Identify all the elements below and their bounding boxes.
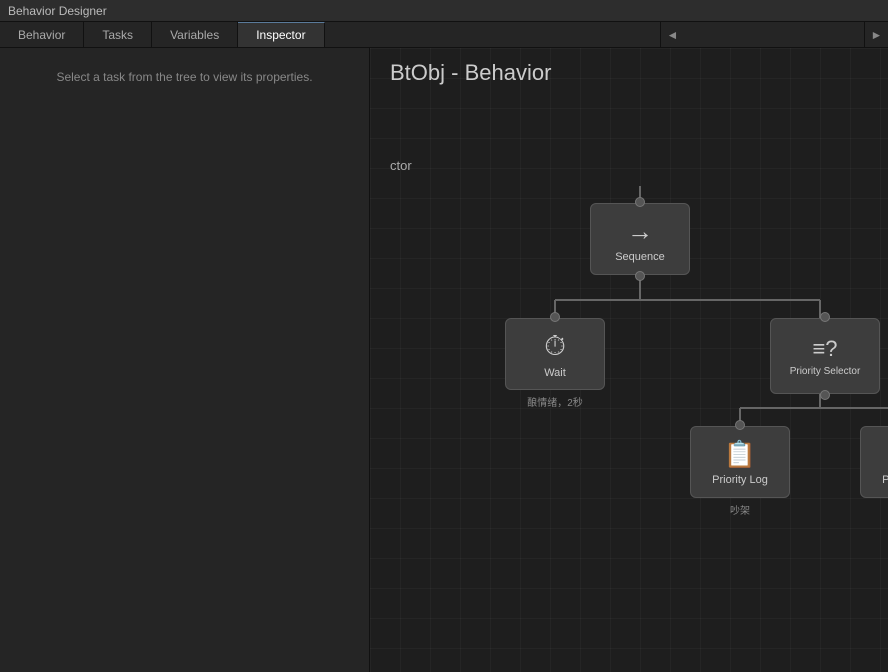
nav-arrows: ◄ ► [660,22,888,47]
priority-log-1-box[interactable]: 📋 Priority Log [690,426,790,498]
priority-log-1-sublabel: 吵架 [730,502,750,517]
tab-inspector[interactable]: Inspector [238,22,324,47]
tab-variables[interactable]: Variables [152,22,238,47]
tab-behavior[interactable]: Behavior [0,22,84,47]
sequence-node-box[interactable]: → Sequence [590,203,690,275]
priority-log-1-node[interactable]: 📋 Priority Log 吵架 [690,426,790,517]
title-bar: Behavior Designer [0,0,888,22]
sequence-icon: → [627,216,653,247]
sequence-label: Sequence [615,251,665,263]
priority-selector-icon: ≡? [812,336,837,362]
wait-sublabel: 酿情绪，2秒 [527,394,583,409]
nav-right-arrow[interactable]: ► [864,22,888,48]
main-content: Select a task from the tree to view its … [0,48,888,672]
wait-connector-top [550,312,560,322]
priority-selector-box[interactable]: ≡? Priority Selector [770,318,880,394]
priority-log-1-label: Priority Log [712,474,768,486]
priority-log-2-label: Priority Log [882,474,888,486]
priority-selector-node[interactable]: ≡? Priority Selector [770,318,880,394]
inspector-message: Select a task from the tree to view its … [0,48,369,107]
sequence-connector-bottom [635,271,645,281]
priority-log-1-icon: 📋 [724,439,756,470]
sequence-node[interactable]: → Sequence [590,203,690,275]
tab-tasks[interactable]: Tasks [84,22,152,47]
priority-log-2-box[interactable]: 📋 Priority Log [860,426,888,498]
sequence-connector-top [635,197,645,207]
priority-log-1-connector-top [735,420,745,430]
canvas-panel[interactable]: BtObj - Behavior ctor [370,48,888,672]
canvas-title: BtObj - Behavior [390,60,551,86]
priority-selector-connector-top [820,312,830,322]
inspector-panel: Select a task from the tree to view its … [0,48,370,672]
priority-selector-label: Priority Selector [790,366,861,377]
selector-label: ctor [390,158,412,173]
wait-label: Wait [544,367,566,379]
priority-selector-connector-bottom [820,390,830,400]
nav-left-arrow[interactable]: ◄ [660,22,684,48]
app-title: Behavior Designer [8,4,107,18]
tab-bar: Behavior Tasks Variables Inspector ◄ ► [0,22,888,48]
priority-log-2-node[interactable]: 📋 Priority Log 道歉 [860,426,888,517]
wait-icon: ⏱ [544,330,566,363]
wait-node[interactable]: ⏱ Wait 酿情绪，2秒 [505,318,605,409]
wait-node-box[interactable]: ⏱ Wait [505,318,605,390]
